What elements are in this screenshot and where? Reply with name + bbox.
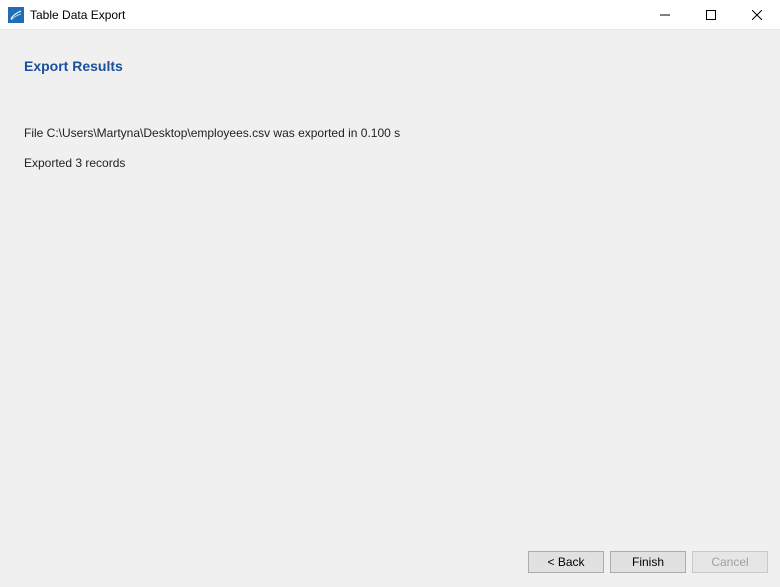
- page-heading: Export Results: [24, 58, 756, 74]
- footer-buttons: < Back Finish Cancel: [0, 541, 780, 587]
- minimize-button[interactable]: [642, 0, 688, 29]
- app-icon: [8, 7, 24, 23]
- window-title: Table Data Export: [30, 8, 125, 22]
- maximize-button[interactable]: [688, 0, 734, 29]
- cancel-button: Cancel: [692, 551, 768, 573]
- finish-button[interactable]: Finish: [610, 551, 686, 573]
- back-button[interactable]: < Back: [528, 551, 604, 573]
- content-area: Export Results File C:\Users\Martyna\Des…: [0, 30, 780, 541]
- titlebar: Table Data Export: [0, 0, 780, 30]
- export-count-status: Exported 3 records: [24, 156, 756, 170]
- close-button[interactable]: [734, 0, 780, 29]
- export-file-status: File C:\Users\Martyna\Desktop\employees.…: [24, 126, 756, 140]
- window-controls: [642, 0, 780, 29]
